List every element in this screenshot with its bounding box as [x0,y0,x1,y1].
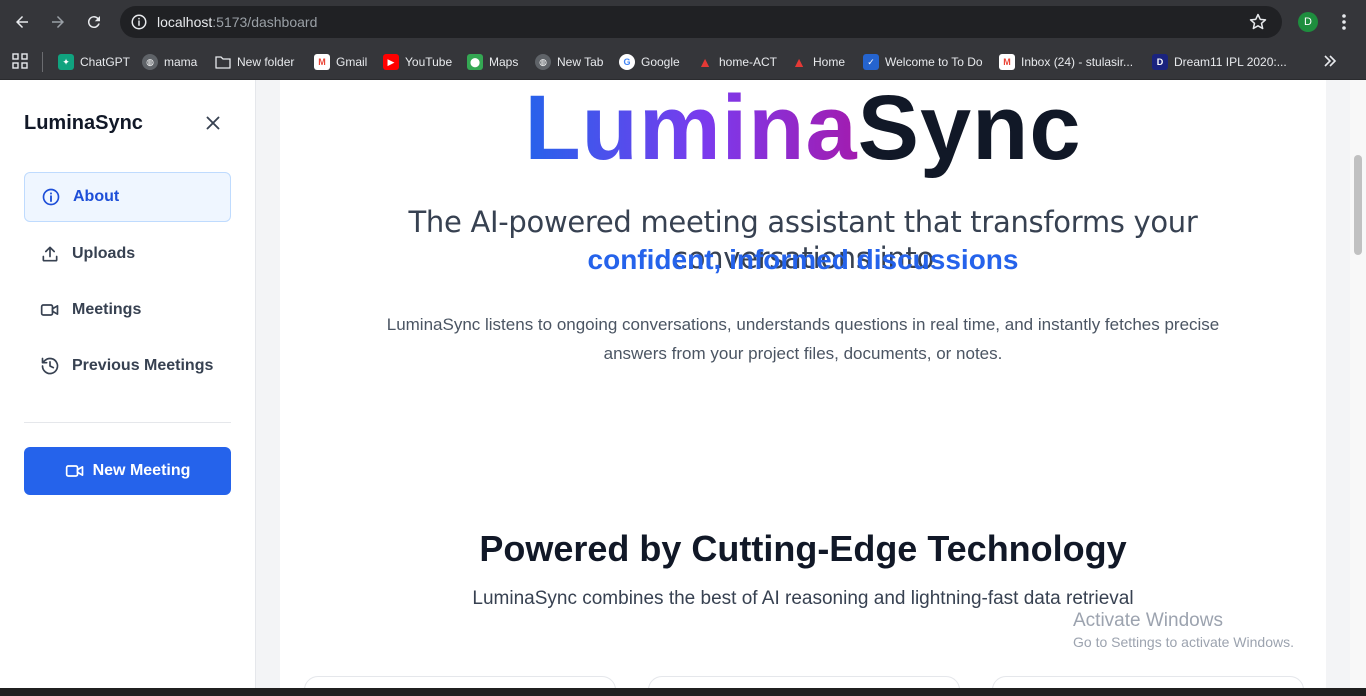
bookmark-youtube[interactable]: ▶ YouTube [383,52,452,72]
sidebar-item-label: Previous Meetings [72,357,214,374]
reload-icon [87,16,100,29]
hero-tagline-highlight: confident, informed discussions [587,244,1019,275]
bookmark-inbox[interactable]: M Inbox (24) - stulasir... [999,52,1133,72]
bookmark-new-tab[interactable]: ◍ New Tab [535,52,603,72]
bookmark-dream11[interactable]: D Dream11 IPL 2020:... [1152,52,1287,72]
sidebar-item-about[interactable]: About [24,172,231,222]
youtube-icon: ▶ [383,54,399,70]
more-options-icon[interactable] [1336,12,1352,32]
chatgpt-icon: ✦ [58,54,74,70]
arrow-right-icon [52,16,64,28]
apps-grid-icon[interactable] [12,53,28,69]
bookmark-label: Google [641,55,680,69]
google-icon: G [619,54,635,70]
video-icon [40,304,59,316]
bookmark-label: YouTube [405,55,453,69]
globe-icon: ◍ [142,54,158,70]
hero-title-dark-part: Sync [857,80,1082,179]
bookmarks-bar: ✦ ChatGPT ◍ mama New folder M Gmail ▶ YouTub… [0,44,1366,80]
bookmark-mama[interactable]: ◍ mama [142,52,197,72]
reload-button[interactable] [82,10,106,34]
back-button[interactable] [10,10,34,34]
history-icon [41,357,59,375]
bookmark-todo[interactable]: ✓ Welcome to To Do [863,52,983,72]
sidebar-item-uploads[interactable]: Uploads [24,229,231,279]
bookmark-new-folder[interactable]: New folder [215,52,294,72]
bookmark-gmail[interactable]: M Gmail [314,52,367,72]
main-content: LuminaSync The AI-powered meeting assist… [280,80,1326,688]
hero-title-gradient-part: Lumina [524,80,857,179]
bookmark-label: Dream11 IPL 2020:... [1174,55,1287,69]
profile-avatar[interactable]: D [1298,12,1318,32]
close-sidebar-icon[interactable] [202,112,224,134]
watermark-line1: Activate Windows [1073,610,1223,631]
sidebar-divider [24,422,231,423]
forward-button[interactable] [46,10,70,34]
triangle-logo-icon: ▲ [792,54,806,70]
sidebar-brand: LuminaSync [24,112,143,134]
chevron-double-right-icon[interactable] [1322,53,1338,69]
maps-pin-icon: ⬤ [467,54,483,70]
feature-card [992,676,1304,688]
bookmark-label: Inbox (24) - stulasir... [1021,55,1134,69]
bookmark-label: New Tab [557,55,604,69]
url-host: localhost [157,14,213,30]
bookmarks-separator [42,52,43,72]
bookmark-star-icon[interactable] [1248,12,1268,32]
sidebar-item-label: About [73,188,120,205]
video-icon [65,465,83,477]
bookmark-label: ChatGPT [80,55,131,69]
bookmark-label: Home [813,55,846,69]
bookmark-home-act[interactable]: ▲ home-ACT [697,52,777,72]
bookmark-chatgpt[interactable]: ✦ ChatGPT [58,52,130,72]
arrow-left-icon [16,16,28,28]
bookmark-google[interactable]: G Google [619,52,680,72]
sidebar-item-label: Meetings [72,301,142,318]
section-subtitle: LuminaSync combines the best of AI reaso… [472,588,1134,609]
upload-icon [42,246,58,262]
triangle-logo-icon: ▲ [698,54,712,70]
os-taskbar [0,688,1366,696]
todo-check-icon: ✓ [863,54,879,70]
section-title: Powered by Cutting-Edge Technology [479,528,1127,569]
folder-icon [215,56,231,69]
browser-toolbar: localhost:5173/dashboard D [0,0,1366,44]
bookmark-label: mama [164,55,198,69]
page-scrollbar-thumb[interactable] [1354,155,1362,255]
bookmark-label: Gmail [336,55,368,69]
bookmark-label: home-ACT [719,55,778,69]
sidebar-item-label: Uploads [72,245,136,262]
bookmark-maps[interactable]: ⬤ Maps [467,52,518,72]
url-text[interactable]: localhost:5173/dashboard [157,14,317,30]
hero-title: LuminaSync [280,80,1326,176]
info-icon [42,188,60,206]
bookmark-label: New folder [237,55,295,69]
sidebar-item-meetings[interactable]: Meetings [24,285,231,335]
site-info-icon[interactable] [130,13,148,31]
url-path: :5173/dashboard [212,14,318,30]
sidebar: LuminaSync About Uploads Meetings Previo… [0,80,256,688]
windows-activation-watermark: Activate Windows Go to Settings to activ… [1073,610,1294,650]
gmail-icon: M [314,54,330,70]
new-meeting-label: New Meeting [92,462,191,479]
new-meeting-button[interactable]: New Meeting [24,447,231,495]
watermark-line2: Go to Settings to activate Windows. [1073,634,1294,650]
sidebar-item-previous-meetings[interactable]: Previous Meetings [24,341,231,391]
app-container: LuminaSync About Uploads Meetings Previo… [0,80,1366,688]
bookmark-label: Maps [489,55,519,69]
gmail-icon: M [999,54,1015,70]
address-bar[interactable]: localhost:5173/dashboard [120,6,1282,38]
bookmark-label: Welcome to To Do [885,55,983,69]
feature-card [304,676,616,688]
bookmark-home[interactable]: ▲ Home [791,52,845,72]
feature-card [648,676,960,688]
globe-icon: ◍ [535,54,551,70]
dream11-icon: D [1152,54,1168,70]
hero-description: LuminaSync listens to ongoing conversati… [386,315,1220,363]
